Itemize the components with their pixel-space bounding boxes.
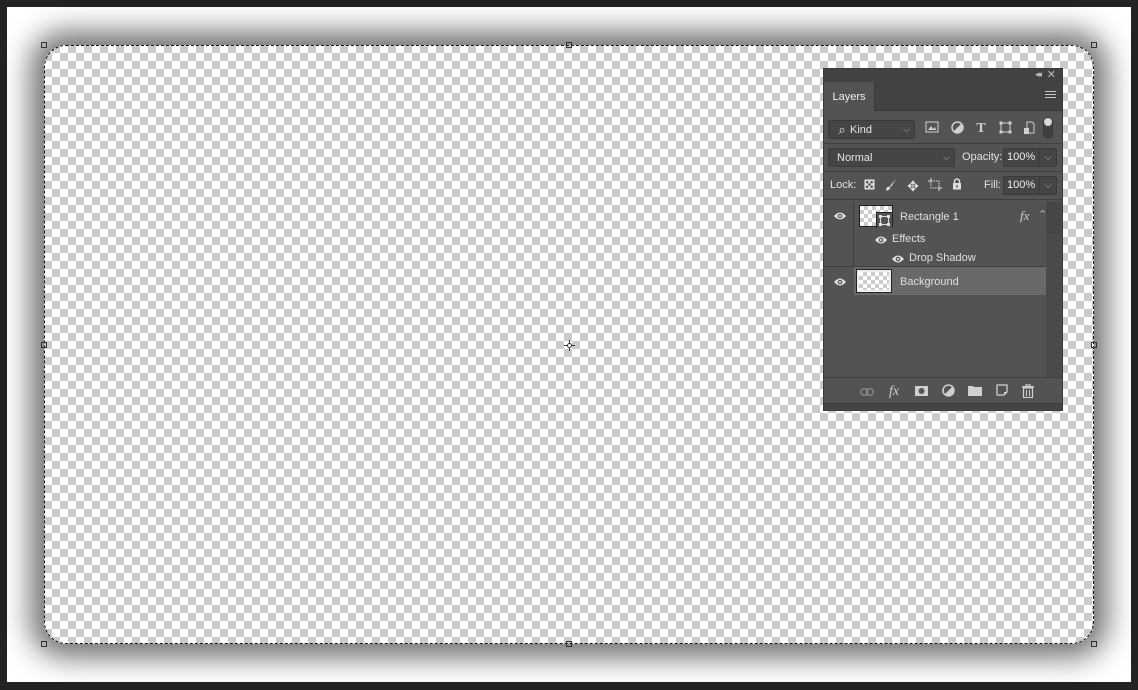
transform-handle-bottom-right[interactable] xyxy=(1091,641,1097,647)
kind-filter-select[interactable]: ⌕ Kind ⌵ xyxy=(828,120,915,139)
layer-fx-icon[interactable]: fx xyxy=(1020,208,1029,224)
divider xyxy=(824,171,1062,172)
divider xyxy=(853,201,854,267)
fill-value: 100% xyxy=(1007,179,1036,191)
adjustment-filter-icon[interactable] xyxy=(949,121,965,137)
effects-label[interactable]: Effects xyxy=(892,233,925,245)
layers-footer-toolbar: fx xyxy=(824,377,1062,404)
transform-handle-middle-left[interactable] xyxy=(41,342,47,348)
scrollbar-thumb[interactable] xyxy=(1047,203,1060,233)
lock-artboard-icon[interactable] xyxy=(927,178,943,194)
reference-point-icon[interactable] xyxy=(564,340,575,351)
visibility-eye-icon[interactable] xyxy=(833,277,847,287)
layer-thumbnail xyxy=(856,269,892,293)
transform-handle-middle-right[interactable] xyxy=(1091,342,1097,348)
lock-position-icon[interactable]: ✥ xyxy=(905,178,921,194)
transform-handle-top-center[interactable] xyxy=(566,42,572,48)
opacity-label: Opacity: xyxy=(962,151,1003,163)
delete-layer-icon[interactable] xyxy=(1020,383,1036,400)
blend-mode-value: Normal xyxy=(837,151,873,164)
transform-handle-bottom-left[interactable] xyxy=(41,641,47,647)
effects-visibility-eye-icon[interactable] xyxy=(874,235,888,245)
divider xyxy=(824,199,1062,200)
transform-handle-top-right[interactable] xyxy=(1091,42,1097,48)
drop-shadow-label[interactable]: Drop Shadow xyxy=(909,252,976,264)
chevron-down-icon: ⌵ xyxy=(943,152,950,162)
close-icon[interactable]: ✕ xyxy=(1047,68,1056,81)
lock-all-icon[interactable] xyxy=(949,178,965,194)
panel-resize-grip[interactable] xyxy=(824,403,1062,410)
layer-name[interactable]: Rectangle 1 xyxy=(900,211,959,223)
new-layer-icon[interactable] xyxy=(994,384,1010,400)
layer-row-background[interactable]: Background xyxy=(824,267,1046,295)
lock-image-pixels-icon[interactable] xyxy=(883,178,899,194)
fill-input[interactable]: 100% ⌵ xyxy=(1003,176,1057,195)
new-adjustment-layer-icon[interactable] xyxy=(940,384,956,400)
type-filter-icon[interactable]: T xyxy=(973,121,989,137)
layer-row-rectangle-1[interactable]: Rectangle 1 fx ⌃ Effects Drop Shadow xyxy=(824,201,1047,267)
chevron-down-icon: ⌵ xyxy=(903,124,910,134)
filter-toggle-icon[interactable] xyxy=(1043,117,1053,139)
layers-panel: ◂◂ ✕ Layers ⌕ Kind ⌵ T Normal ⌵ Opacity:… xyxy=(823,68,1063,411)
add-layer-style-icon[interactable]: fx xyxy=(886,384,902,400)
chevron-down-icon[interactable]: ⌵ xyxy=(1039,177,1056,194)
smart-object-filter-icon[interactable] xyxy=(1021,121,1037,137)
panel-tab-row: Layers xyxy=(824,82,1062,111)
kind-filter-label: Kind xyxy=(850,123,873,136)
tab-layers[interactable]: Layers xyxy=(824,82,875,111)
opacity-value: 100% xyxy=(1007,151,1036,163)
vector-mask-icon xyxy=(876,212,892,228)
link-layers-icon[interactable] xyxy=(859,384,875,400)
opacity-input[interactable]: 100% ⌵ xyxy=(1003,148,1057,167)
add-mask-icon[interactable] xyxy=(913,384,929,400)
blend-mode-select[interactable]: Normal ⌵ xyxy=(828,148,955,167)
shape-filter-icon[interactable] xyxy=(997,121,1013,137)
panel-topbar: ◂◂ ✕ xyxy=(824,69,1062,82)
layers-scrollbar[interactable] xyxy=(1046,201,1062,377)
transform-handle-bottom-center[interactable] xyxy=(566,641,572,647)
lock-label: Lock: xyxy=(830,179,857,191)
double-chevron-left-icon[interactable]: ◂◂ xyxy=(1035,69,1042,80)
drop-shadow-visibility-eye-icon[interactable] xyxy=(891,254,905,264)
lock-transparent-pixels-icon[interactable] xyxy=(861,178,877,194)
new-group-icon[interactable] xyxy=(967,384,983,400)
divider xyxy=(824,143,1062,144)
layers-list: Rectangle 1 fx ⌃ Effects Drop Shadow Bac… xyxy=(824,201,1047,377)
fill-label: Fill: xyxy=(984,179,1002,191)
image-filter-icon[interactable] xyxy=(924,121,940,137)
visibility-eye-icon[interactable] xyxy=(833,211,847,221)
chevron-down-icon[interactable]: ⌵ xyxy=(1039,149,1056,166)
layer-name[interactable]: Background xyxy=(900,276,959,288)
transform-handle-top-left[interactable] xyxy=(41,42,47,48)
hamburger-menu-icon[interactable] xyxy=(1045,91,1056,100)
tab-layers-label: Layers xyxy=(832,90,866,103)
search-icon: ⌕ xyxy=(838,121,846,137)
